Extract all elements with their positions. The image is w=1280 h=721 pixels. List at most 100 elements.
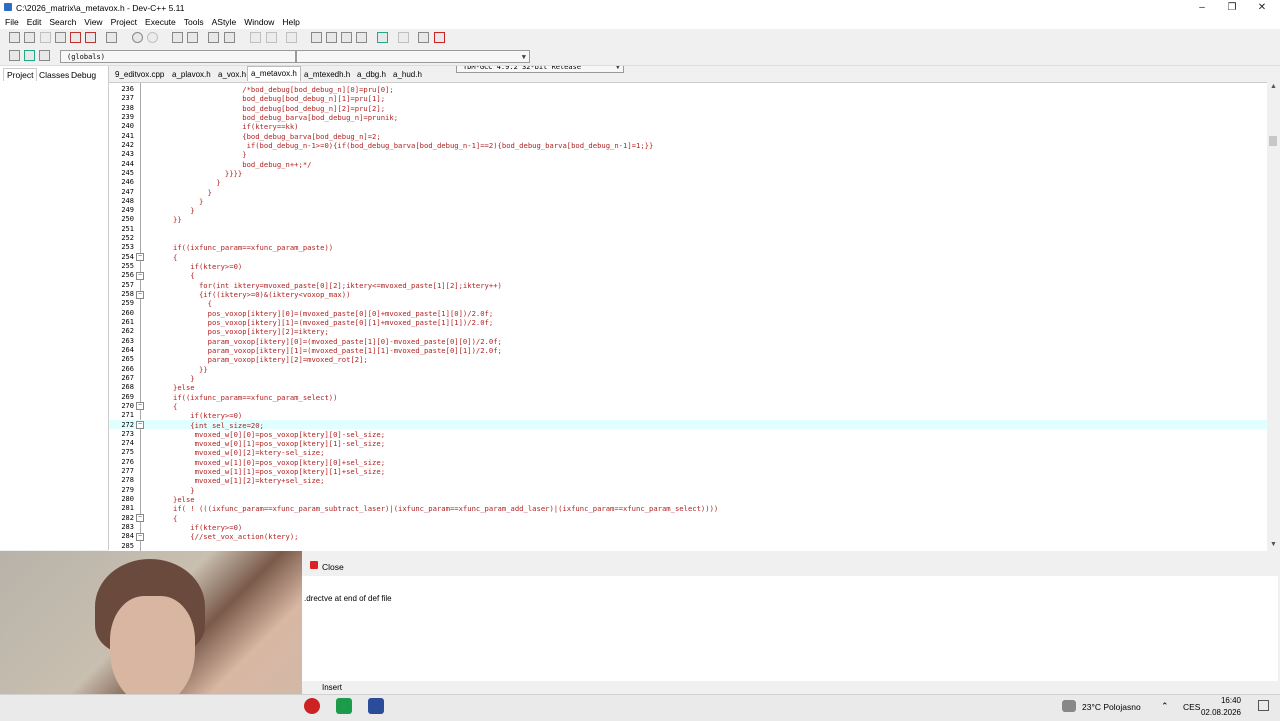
code-line[interactable]: pos_voxop[iktery][1]=(mvoxed_paste[0][1]… [173,318,494,327]
tab-a-vox-h[interactable]: a_vox.h [215,68,249,82]
redo-icon[interactable] [147,32,158,43]
code-line[interactable]: if(ktery>=0) [173,523,242,532]
code-line[interactable]: } [173,206,194,215]
code-line[interactable]: bod_debug_barva[bod_debug_n]=prunik; [173,113,398,122]
close-button[interactable]: Close [322,562,344,572]
forward-icon[interactable] [266,32,277,43]
class-browser-icon[interactable] [341,32,352,43]
maximize-button[interactable]: ❐ [1221,1,1243,14]
close-icon[interactable] [310,561,318,569]
fold-toggle-icon[interactable]: − [136,290,144,299]
taskbar-devcpp-icon[interactable] [368,698,384,714]
goto-bookmark-icon[interactable] [39,50,50,61]
menu-edit[interactable]: Edit [23,15,46,29]
code-line[interactable]: } [173,486,194,495]
unindent-icon[interactable] [224,32,235,43]
tab-classes[interactable]: Classes [36,69,72,81]
taskbar-app-icon[interactable] [304,698,320,714]
close-file-icon[interactable] [70,32,81,43]
tab-debug[interactable]: Debug [68,69,99,81]
code-line[interactable]: mvoxed_w[1][1]=pos_voxop[ktery][1]+sel_s… [173,467,385,476]
code-line[interactable]: mvoxed_w[1][2]=ktery+sel_size; [173,476,325,485]
menu-execute[interactable]: Execute [141,15,180,29]
check-syntax-icon[interactable] [377,32,388,43]
code-line[interactable]: }} [173,365,208,374]
tab-a-mtexedh-h[interactable]: a_mtexedh.h [301,68,353,82]
code-line[interactable]: bod_debug[bod_debug_n][2]=pru[2]; [173,104,385,113]
new-project-icon[interactable] [311,32,322,43]
tile-icon[interactable] [356,32,367,43]
insert-icon[interactable] [9,50,20,61]
code-line[interactable]: { [173,271,194,280]
code-line[interactable]: mvoxed_w[0][1]=pos_voxop[ktery][1]-sel_s… [173,439,385,448]
code-line[interactable]: } [173,374,194,383]
clock-date[interactable]: 02.08.2026 [1200,708,1241,717]
code-line[interactable]: for(int iktery=mvoxed_paste[0][2];iktery… [173,281,502,290]
notification-icon[interactable] [1258,700,1269,711]
fold-toggle-icon[interactable]: − [136,402,144,411]
tab-9-editvox-cpp[interactable]: 9_editvox.cpp [112,68,167,82]
close-all-icon[interactable] [85,32,96,43]
taskbar-terminal-icon[interactable] [336,698,352,714]
menu-astyle[interactable]: AStyle [208,15,241,29]
code-line[interactable]: }}}} [173,169,242,178]
close-window-button[interactable]: ✕ [1251,1,1273,14]
code-line[interactable]: } [173,178,220,187]
menu-tools[interactable]: Tools [180,15,208,29]
code-line[interactable]: bod_debug[bod_debug_n][1]=pru[1]; [173,94,385,103]
tab-a-dbg-h[interactable]: a_dbg.h [354,68,389,82]
profile-icon[interactable] [418,32,429,43]
menu-window[interactable]: Window [240,15,278,29]
new-file-icon[interactable] [9,32,20,43]
code-line[interactable]: if( ! (((ixfunc_param==xfunc_param_subtr… [173,504,718,513]
code-line[interactable]: if(bod_debug_n-1>=0){if(bod_debug_barva[… [173,141,654,150]
bookmark-icon[interactable] [286,32,297,43]
tab-a-metavox-h[interactable]: a_metavox.h [247,66,301,81]
save-icon[interactable] [40,32,51,43]
code-line[interactable]: { [173,402,177,411]
open-file-icon[interactable] [24,32,35,43]
code-line[interactable]: {bod_debug_barva[bod_debug_n]=2; [173,132,380,141]
language-indicator[interactable]: CES [1183,702,1200,712]
stop-execution-icon[interactable] [398,32,409,43]
indent-icon[interactable] [208,32,219,43]
scroll-down-arrow-icon[interactable]: ▼ [1270,541,1277,548]
code-line[interactable]: bod_debug_n++;*/ [173,160,311,169]
code-line[interactable]: { [173,253,177,262]
code-line[interactable]: { [173,299,212,308]
code-line[interactable]: /*bod_debug[bod_debug_n][0]=pru[0]; [173,85,393,94]
menu-view[interactable]: View [80,15,106,29]
scroll-up-arrow-icon[interactable]: ▲ [1270,83,1277,90]
menu-search[interactable]: Search [45,15,80,29]
code-line[interactable]: } [173,188,212,197]
back-icon[interactable] [250,32,261,43]
code-line[interactable]: } [173,197,203,206]
code-line[interactable]: }} [173,215,182,224]
toggle-bookmark-icon[interactable] [24,50,35,61]
scrollbar-thumb[interactable] [1269,136,1277,146]
print-icon[interactable] [106,32,117,43]
code-line[interactable]: if(ktery>=0) [173,411,242,420]
minimize-button[interactable]: – [1191,1,1213,14]
tab-a-plavox-h[interactable]: a_plavox.h [169,68,214,82]
project-options-icon[interactable] [326,32,337,43]
code-line[interactable]: mvoxed_w[0][0]=pos_voxop[ktery][0]-sel_s… [173,430,385,439]
menu-file[interactable]: File [1,15,23,29]
replace-icon[interactable] [187,32,198,43]
menu-project[interactable]: Project [107,15,141,29]
save-all-icon[interactable] [55,32,66,43]
code-line[interactable]: } [173,150,246,159]
weather-icon[interactable] [1062,700,1076,712]
menu-help[interactable]: Help [278,15,303,29]
code-line[interactable]: mvoxed_w[1][0]=pos_voxop[ktery][0]+sel_s… [173,458,385,467]
code-line[interactable]: {if((iktery>=0)&(iktery<voxop_max)) [173,290,350,299]
code-editor[interactable]: 236 /*bod_debug[bod_debug_n][0]=pru[0]; 2… [109,82,1267,552]
fold-toggle-icon[interactable]: − [136,271,144,280]
fold-toggle-icon[interactable]: − [136,532,144,541]
code-line[interactable]: { [173,514,177,523]
member-select[interactable]: ▼ [296,50,530,63]
code-line[interactable]: if(ktery>=0) [173,262,242,271]
fold-toggle-icon[interactable]: − [136,514,144,523]
tray-chevron-icon[interactable]: ⌃ [1161,701,1169,712]
code-line[interactable]: pos_voxop[iktery][0]=(mvoxed_paste[0][0]… [173,309,494,318]
